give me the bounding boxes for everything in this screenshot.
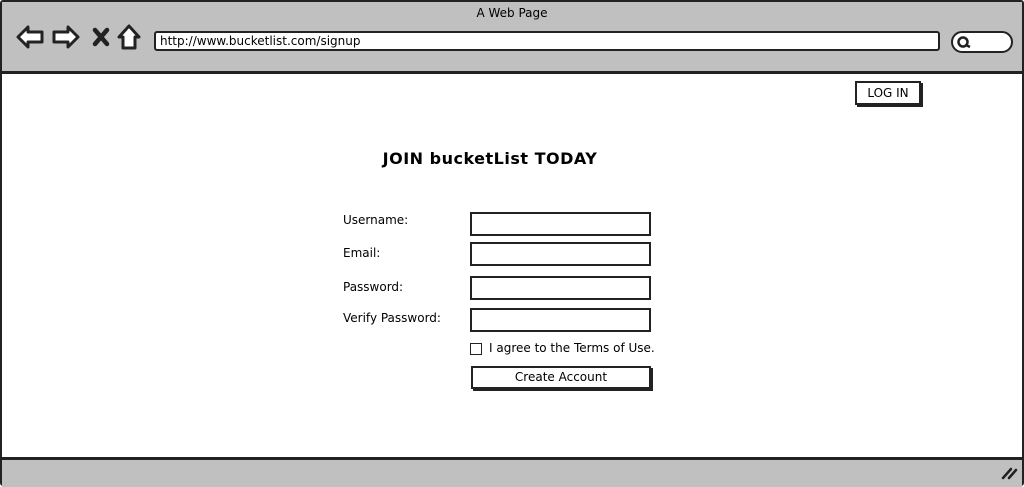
status-bar [2, 457, 1022, 487]
password-input[interactable] [470, 276, 651, 300]
email-label: Email: [343, 246, 381, 260]
password-label: Password: [343, 280, 404, 294]
create-account-button[interactable]: Create Account [471, 366, 651, 389]
resize-grip-icon[interactable] [1000, 464, 1018, 480]
terms-label[interactable]: I agree to the Terms of Use. [489, 341, 655, 355]
window-title: A Web Page [476, 6, 548, 20]
url-bar[interactable]: http://www.bucketlist.com/signup [154, 31, 940, 51]
login-button[interactable]: LOG IN [855, 81, 921, 105]
username-input[interactable] [470, 212, 651, 236]
search-icon [957, 36, 971, 49]
verify-password-label: Verify Password: [343, 311, 441, 325]
back-arrow-icon[interactable] [16, 25, 44, 49]
username-label: Username: [343, 213, 409, 227]
terms-checkbox[interactable] [470, 343, 482, 355]
forward-arrow-icon[interactable] [52, 25, 80, 49]
home-icon[interactable] [117, 24, 141, 50]
nav-icons [16, 24, 141, 50]
email-input[interactable] [470, 242, 651, 266]
verify-password-input[interactable] [470, 308, 651, 332]
close-x-icon[interactable] [92, 27, 110, 47]
search-box[interactable] [951, 31, 1013, 53]
page-title: JOIN bucketList TODAY [382, 149, 598, 168]
